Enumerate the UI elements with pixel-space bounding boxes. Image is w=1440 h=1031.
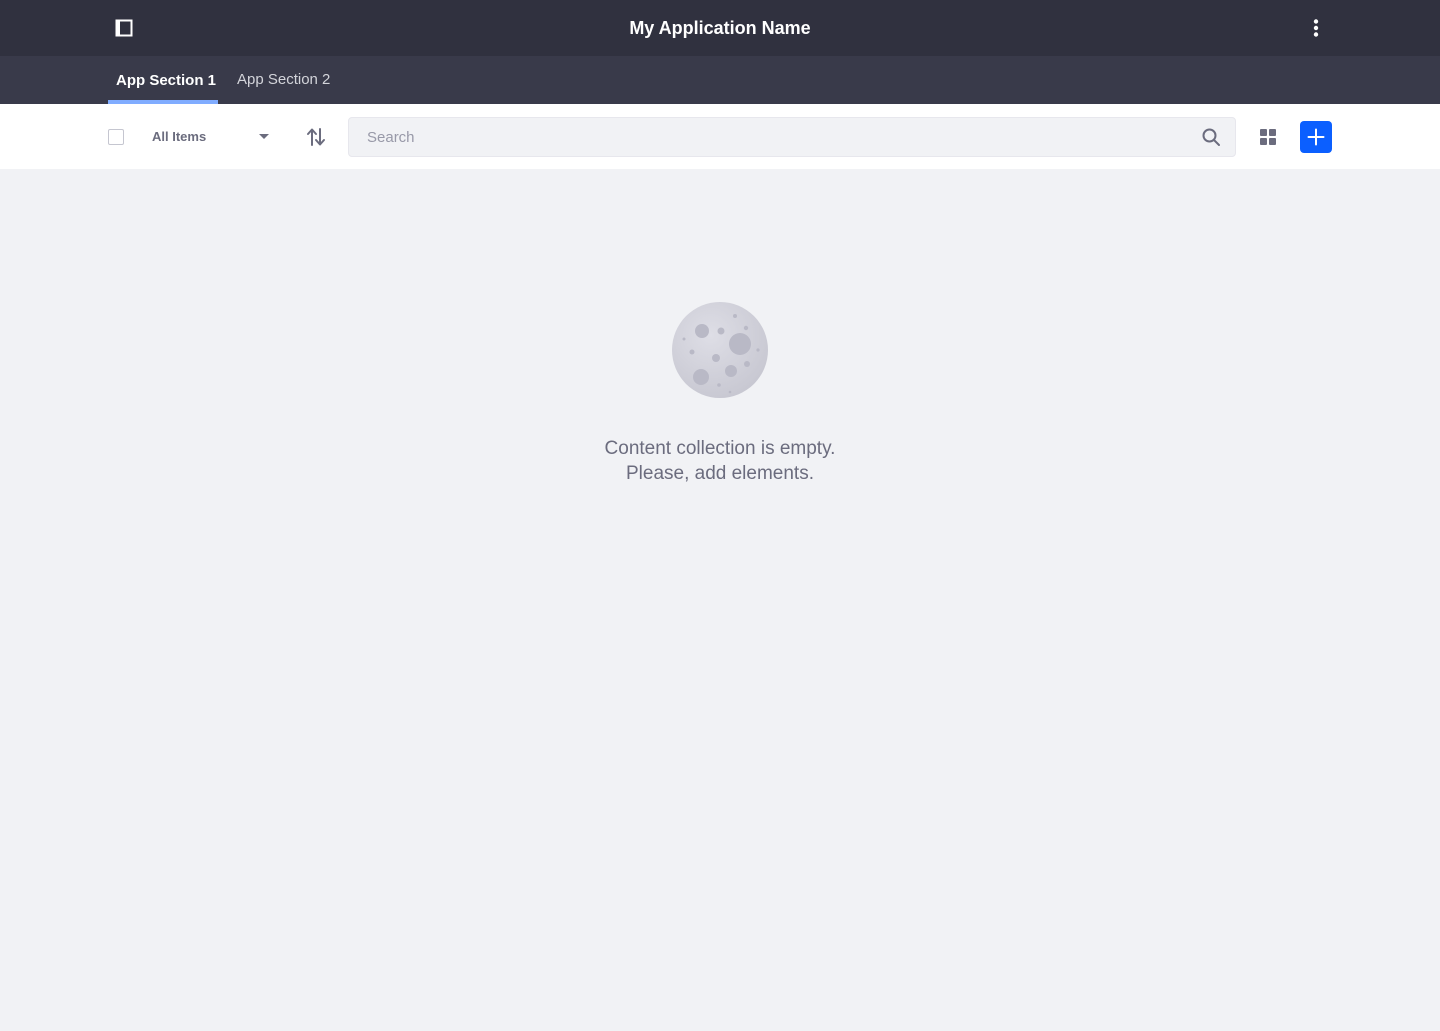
kebab-vertical-icon: [1313, 19, 1319, 37]
app-title: My Application Name: [629, 18, 811, 38]
management-toolbar: All Items: [0, 104, 1440, 169]
caret-down-icon: [259, 134, 269, 139]
search-input[interactable]: [349, 118, 1189, 156]
sidebar-toggle-button[interactable]: [108, 12, 140, 44]
filter-label: All Items: [152, 129, 207, 144]
empty-state-hint: Please, add elements.: [625, 463, 814, 484]
empty-state: Content collection is empty. Please, add…: [0, 300, 1440, 486]
tab-app-section-2[interactable]: App Section 2: [229, 56, 338, 104]
select-all-checkbox[interactable]: [108, 129, 124, 145]
search-box: [348, 117, 1236, 157]
add-button[interactable]: [1300, 121, 1332, 153]
sidebar-panel-icon: [115, 19, 133, 37]
tab-app-section-1[interactable]: App Section 1: [108, 56, 218, 104]
search-icon[interactable]: [1201, 127, 1221, 147]
sort-button[interactable]: [300, 121, 332, 153]
view-type-button[interactable]: [1252, 121, 1284, 153]
empty-state-message: Content collection is empty.: [604, 438, 836, 459]
app-header: My Application Name: [0, 0, 1440, 56]
section-tabs: App Section 1 App Section 2: [0, 56, 1440, 104]
more-options-button[interactable]: [1300, 12, 1332, 44]
filter-dropdown[interactable]: All Items: [144, 120, 276, 154]
plus-icon: [1307, 128, 1325, 146]
sort-arrows-icon: [307, 128, 325, 146]
grid-view-icon: [1260, 129, 1276, 145]
moon-icon: [672, 302, 768, 398]
